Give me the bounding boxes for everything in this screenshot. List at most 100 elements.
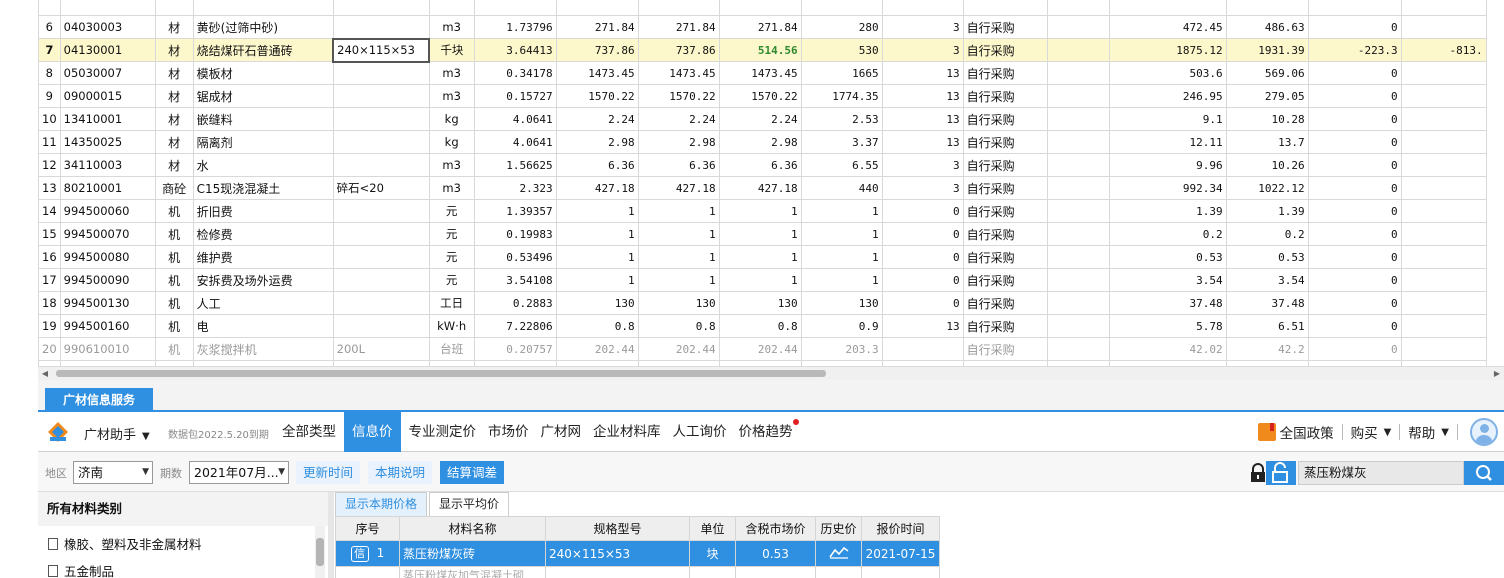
tax-rate-cell[interactable] (881, 0, 964, 16)
blank-cell[interactable] (1046, 130, 1110, 154)
tax-total-cell[interactable]: 1.39 (1225, 199, 1309, 223)
nav-tab-4[interactable]: 广材网 (537, 412, 586, 452)
supply-method-cell[interactable]: 自行采购 (962, 153, 1048, 177)
supply-method-cell[interactable]: 自行采购 (962, 107, 1048, 131)
spec-cell[interactable] (332, 107, 430, 131)
diff-total-cell[interactable] (1400, 61, 1487, 85)
tab-current-price[interactable]: 显示本期价格 (335, 492, 428, 516)
assistant-menu[interactable]: 广材助手 ▼ (84, 424, 150, 443)
row-number-cell[interactable]: 9 (38, 84, 61, 108)
total-cell[interactable]: 3.54 (1108, 268, 1227, 292)
tax-rate-cell[interactable]: 0 (881, 291, 964, 315)
diff-cell[interactable] (1307, 0, 1402, 16)
tax-total-cell[interactable]: 6.51 (1225, 314, 1309, 338)
table-row[interactable]: 14 994500060 机折旧费元 1.39357 1 1 1 1 0 自行采购 1.39 1.39… (38, 199, 1487, 223)
tax-free-price-cell[interactable]: 2.98 (718, 130, 802, 154)
row-number-cell[interactable]: 7 (38, 38, 61, 62)
type-cell[interactable] (154, 0, 194, 16)
diff-cell[interactable]: 0 (1307, 130, 1402, 154)
tax-free-price-cell[interactable]: 1 (718, 222, 802, 246)
blank-cell[interactable] (1046, 153, 1110, 177)
period-explain-button[interactable]: 本期说明 (368, 461, 432, 484)
spec-cell[interactable] (332, 0, 430, 16)
diff-cell[interactable]: 0 (1307, 291, 1402, 315)
budget-price-cell[interactable]: 1 (555, 268, 639, 292)
diff-cell[interactable]: -223.3 (1307, 38, 1402, 62)
table-row[interactable]: 11 14350025 材隔离剂 kg 4.0641 2.98 2.98 2.98 3.37 13… (38, 130, 1487, 154)
total-cell[interactable]: 1875.12 (1108, 38, 1227, 62)
code-cell[interactable]: 994500060 (59, 199, 156, 223)
unit-cell[interactable]: m3 (428, 84, 475, 108)
type-cell[interactable]: 材 (154, 153, 194, 177)
category-item[interactable]: 橡胶、塑料及非金属材料 (48, 534, 202, 553)
row-number-cell[interactable]: 17 (38, 268, 61, 292)
total-cell[interactable]: 9.96 (1108, 153, 1227, 177)
total-cell[interactable] (1108, 0, 1227, 16)
type-cell[interactable]: 机 (154, 314, 194, 338)
user-avatar-icon[interactable] (1470, 418, 1498, 446)
tax-total-cell[interactable]: 279.05 (1225, 84, 1309, 108)
budget-price-cell[interactable] (555, 0, 639, 16)
budget-price-cell[interactable]: 202.44 (555, 337, 639, 361)
blank-cell[interactable] (1046, 337, 1110, 361)
tax-free-price-cell[interactable]: 130 (718, 291, 802, 315)
code-cell[interactable]: 04130001 (59, 38, 156, 62)
region-select[interactable]: 济南 ▼ (73, 461, 153, 484)
tax-free-price-cell[interactable]: 271.84 (718, 15, 802, 39)
col-header[interactable]: 规格型号 (545, 516, 690, 541)
supply-method-cell[interactable]: 自行采购 (962, 337, 1048, 361)
type-cell[interactable]: 机 (154, 268, 194, 292)
code-cell[interactable]: 990610010 (59, 337, 156, 361)
code-cell[interactable]: 994500090 (59, 268, 156, 292)
tax-price-cell[interactable]: 1665 (800, 61, 883, 85)
scroll-right-icon[interactable]: ▶ (1490, 367, 1504, 380)
quantity-cell[interactable]: 7.22806 (473, 314, 557, 338)
tax-rate-cell[interactable]: 3 (881, 176, 964, 200)
supply-method-cell[interactable] (962, 0, 1048, 16)
total-cell[interactable]: 472.45 (1108, 15, 1227, 39)
tax-price-cell[interactable]: 1 (800, 199, 883, 223)
tax-free-price-cell[interactable]: 1570.22 (718, 84, 802, 108)
name-cell[interactable]: 嵌缝料 (192, 107, 334, 131)
total-cell[interactable]: 37.48 (1108, 291, 1227, 315)
unlock-button[interactable] (1266, 461, 1296, 485)
quantity-cell[interactable]: 0.15727 (473, 84, 557, 108)
spec-cell[interactable] (332, 61, 430, 85)
diff-cell[interactable]: 0 (1307, 84, 1402, 108)
supply-method-cell[interactable]: 自行采购 (962, 130, 1048, 154)
row-number-cell[interactable]: 16 (38, 245, 61, 269)
nav-tab-6[interactable]: 人工询价 (669, 412, 731, 452)
tax-free-price-cell[interactable]: 1473.45 (718, 61, 802, 85)
tax-rate-cell[interactable]: 13 (881, 130, 964, 154)
tax-price-cell[interactable]: 1774.35 (800, 84, 883, 108)
type-cell[interactable]: 材 (154, 107, 194, 131)
table-row[interactable]: 蒸压粉煤灰加气混凝土砌 (335, 566, 940, 578)
horizontal-scrollbar[interactable]: ◀ ▶ (38, 366, 1504, 380)
total-cell[interactable]: 42.02 (1108, 337, 1227, 361)
unit-cell[interactable]: 元 (428, 199, 475, 223)
col-header[interactable]: 序号 (335, 516, 400, 541)
tax-price-cell[interactable]: 1 (800, 222, 883, 246)
supply-method-cell[interactable]: 自行采购 (962, 245, 1048, 269)
tax-total-cell[interactable]: 0.2 (1225, 222, 1309, 246)
unit-cell[interactable]: 元 (428, 245, 475, 269)
diff-total-cell[interactable] (1400, 84, 1487, 108)
panel-splitter[interactable] (328, 492, 334, 578)
tax-rate-cell[interactable]: 0 (881, 268, 964, 292)
scrollbar-thumb[interactable] (56, 370, 826, 377)
unit-cell[interactable]: 台班 (428, 337, 475, 361)
type-cell[interactable]: 机 (154, 222, 194, 246)
table-row[interactable]: 12 34110003 材水 m3 1.56625 6.36 6.36 6.36 6.55 3 自行… (38, 153, 1487, 177)
tax-total-cell[interactable]: 569.06 (1225, 61, 1309, 85)
col-header[interactable]: 单位 (689, 516, 736, 541)
table-row[interactable]: 8 05030007 材模板材 m3 0.34178 1473.45 1473.45 1473… (38, 61, 1487, 85)
unit-cell[interactable]: 工日 (428, 291, 475, 315)
spec-cell[interactable] (332, 314, 430, 338)
table-row[interactable]: 17 994500090 机安拆费及场外运费元 3.54108 1 1 1 1 0 自行采购 3.5… (38, 268, 1487, 292)
market-price-cell[interactable]: 1473.45 (637, 61, 720, 85)
tax-total-cell[interactable]: 3.54 (1225, 268, 1309, 292)
tax-rate-cell[interactable]: 3 (881, 153, 964, 177)
name-cell[interactable]: 水 (192, 153, 334, 177)
col-header[interactable]: 含税市场价 (735, 516, 816, 541)
tax-free-price-cell[interactable]: 0.8 (718, 314, 802, 338)
